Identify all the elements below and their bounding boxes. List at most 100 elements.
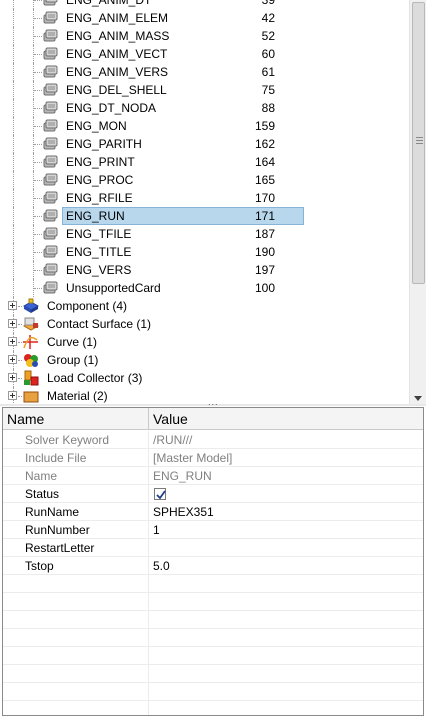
tree-folder-load-collector[interactable]: Load Collector (3) xyxy=(0,369,409,387)
control-card-icon xyxy=(42,83,59,97)
tree-item-eng-tfile[interactable]: ENG_TFILE 187 xyxy=(0,225,409,243)
tree-item-label: ENG_MON xyxy=(66,119,127,133)
component-icon xyxy=(22,298,40,314)
property-value[interactable]: 1 xyxy=(153,521,160,539)
expand-plus-icon[interactable] xyxy=(8,301,17,310)
empty-row xyxy=(3,575,423,593)
expand-plus-icon[interactable] xyxy=(8,373,17,382)
property-name: Include File xyxy=(25,451,87,465)
tree-item-id: 162 xyxy=(254,137,275,151)
tree-item-label: ENG_ANIM_ELEM xyxy=(66,11,169,25)
property-row-runname[interactable]: RunName SPHEX351 xyxy=(3,503,423,521)
tree-item-eng-anim-vect[interactable]: ENG_ANIM_VECT 60 xyxy=(0,45,409,63)
property-row-status[interactable]: Status xyxy=(3,485,423,503)
tree-item-eng-anim-vers[interactable]: ENG_ANIM_VERS 61 xyxy=(0,63,409,81)
control-card-icon xyxy=(42,0,59,7)
expand-plus-icon[interactable] xyxy=(8,319,17,328)
tree-item-eng-rfile[interactable]: ENG_RFILE 170 xyxy=(0,189,409,207)
property-value[interactable]: SPHEX351 xyxy=(153,503,214,521)
tree-item-eng-vers[interactable]: ENG_VERS 197 xyxy=(0,261,409,279)
tree-item-id: 171 xyxy=(254,209,275,223)
property-row-restartletter[interactable]: RestartLetter xyxy=(3,539,423,557)
tree-item-id: 197 xyxy=(254,263,275,277)
tree-folder-material[interactable]: Material (2) xyxy=(0,387,409,404)
properties-header: Name Value xyxy=(3,408,423,430)
control-card-icon xyxy=(42,281,59,295)
property-value: [Master Model] xyxy=(153,451,233,465)
tree-item-label: ENG_VERS xyxy=(66,263,132,277)
tree-list: ENG_ANIM_DT 39 ENG_ANIM_ELEM 42 ENG_ANIM_M… xyxy=(0,0,409,404)
column-header-value[interactable]: Value xyxy=(153,408,188,430)
scrollbar-thumb[interactable] xyxy=(412,2,425,284)
property-row-name: Name ENG_RUN xyxy=(3,467,423,485)
empty-row xyxy=(3,701,423,715)
tree-item-label: ENG_DT_NODA xyxy=(66,101,157,115)
tree-item-eng-mon[interactable]: ENG_MON 159 xyxy=(0,117,409,135)
control-card-icon xyxy=(42,245,59,259)
property-name: Name xyxy=(25,469,58,483)
group-icon xyxy=(22,352,40,368)
control-card-icon xyxy=(42,155,59,169)
tree-item-eng-anim-elem[interactable]: ENG_ANIM_ELEM 42 xyxy=(0,9,409,27)
model-browser-tree: ENG_ANIM_DT 39 ENG_ANIM_ELEM 42 ENG_ANIM_M… xyxy=(0,0,426,404)
tree-folder-curve[interactable]: Curve (1) xyxy=(0,333,409,351)
control-card-icon xyxy=(42,47,59,61)
property-row-tstop[interactable]: Tstop 5.0 xyxy=(3,557,423,575)
property-name: Status xyxy=(25,487,60,501)
tree-item-id: 100 xyxy=(254,281,275,295)
tree-folder-label: Material (2) xyxy=(47,389,108,403)
expand-plus-icon[interactable] xyxy=(8,355,17,364)
control-card-icon xyxy=(42,209,59,223)
tree-item-eng-proc[interactable]: ENG_PROC 165 xyxy=(0,171,409,189)
curve-icon xyxy=(22,334,40,350)
tree-item-eng-print[interactable]: ENG_PRINT 164 xyxy=(0,153,409,171)
property-name: RunNumber xyxy=(25,523,90,537)
column-header-name[interactable]: Name xyxy=(7,408,44,430)
tree-item-label: ENG_ANIM_VERS xyxy=(66,65,169,79)
tree-folder-contact-surface[interactable]: Contact Surface (1) xyxy=(0,315,409,333)
tree-item-label: ENG_PARITH xyxy=(66,137,142,151)
tree-item-eng-title[interactable]: ENG_TITLE 190 xyxy=(0,243,409,261)
tree-item-label: ENG_PROC xyxy=(66,173,134,187)
tree-item-eng-anim-dt[interactable]: ENG_ANIM_DT 39 xyxy=(0,0,409,9)
tree-item-id: 165 xyxy=(254,173,275,187)
material-icon xyxy=(22,388,40,404)
empty-row xyxy=(3,665,423,683)
empty-row xyxy=(3,647,423,665)
control-card-icon xyxy=(42,101,59,115)
control-card-icon xyxy=(42,29,59,43)
load-collector-icon xyxy=(22,370,40,386)
tree-item-label: UnsupportedCard xyxy=(66,281,161,295)
tree-scrollbar[interactable] xyxy=(409,0,426,404)
tree-item-id: 61 xyxy=(261,65,275,79)
tree-item-label: ENG_TITLE xyxy=(66,245,132,259)
tree-item-label: ENG_ANIM_DT xyxy=(66,0,152,7)
expand-plus-icon[interactable] xyxy=(8,337,17,346)
status-checkbox[interactable] xyxy=(154,488,166,500)
expand-plus-icon[interactable] xyxy=(8,391,17,400)
tree-item-eng-dt-noda[interactable]: ENG_DT_NODA 88 xyxy=(0,99,409,117)
control-card-icon xyxy=(42,227,59,241)
tree-item-unsupportedcard[interactable]: UnsupportedCard 100 xyxy=(0,279,409,297)
properties-table: Solver Keyword/RUN/// Include File [Master… xyxy=(3,431,423,715)
splitter-grip-icon[interactable]: ... xyxy=(208,397,219,407)
tree-item-eng-del-shell[interactable]: ENG_DEL_SHELL 75 xyxy=(0,81,409,99)
tree-item-id: 170 xyxy=(254,191,275,205)
tree-folder-component[interactable]: Component (4) xyxy=(0,297,409,315)
tree-item-eng-anim-mass[interactable]: ENG_ANIM_MASS 52 xyxy=(0,27,409,45)
property-value[interactable]: 5.0 xyxy=(153,557,170,575)
tree-folder-label: Load Collector (3) xyxy=(47,371,143,385)
tree-item-id: 60 xyxy=(261,47,275,61)
tree-folder-group[interactable]: Group (1) xyxy=(0,351,409,369)
property-row-include-file: Include File [Master Model] xyxy=(3,449,423,467)
tree-item-eng-parith[interactable]: ENG_PARITH 162 xyxy=(0,135,409,153)
tree-item-id: 187 xyxy=(254,227,275,241)
scroll-down-arrow-icon[interactable] xyxy=(414,396,422,401)
tree-item-eng-run[interactable]: ENG_RUN 171 xyxy=(0,207,409,225)
contact-surface-icon xyxy=(22,316,40,332)
tree-item-id: 39 xyxy=(261,0,275,7)
property-row-runnumber[interactable]: RunNumber 1 xyxy=(3,521,423,539)
tree-item-id: 42 xyxy=(261,11,275,25)
property-name: Solver Keyword xyxy=(25,433,110,447)
tree-folder-label: Group (1) xyxy=(47,353,99,367)
